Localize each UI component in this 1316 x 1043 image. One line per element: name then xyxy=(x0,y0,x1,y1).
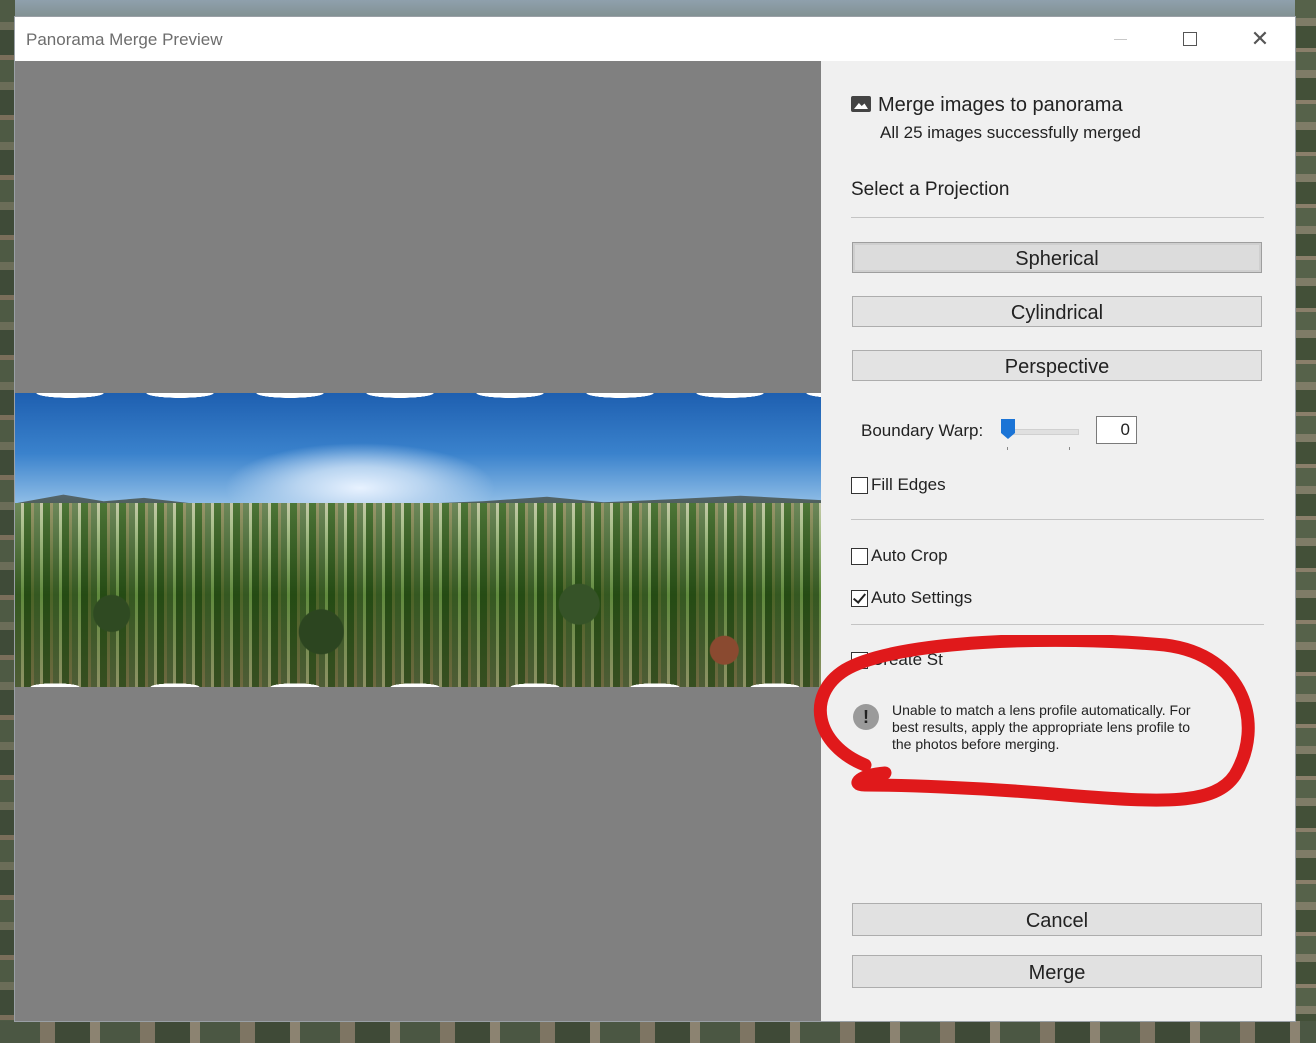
auto-crop-checkbox[interactable] xyxy=(851,547,868,565)
boundary-warp-slider[interactable] xyxy=(1001,417,1079,451)
panel-heading: Merge images to panorama xyxy=(878,94,1123,116)
create-stack-label: Create St xyxy=(871,650,943,669)
spherical-button[interactable]: Spherical xyxy=(852,242,1262,273)
minimize-button[interactable] xyxy=(1085,17,1155,61)
close-icon: ✕ xyxy=(1250,26,1270,51)
boundary-warp-input[interactable]: 0 xyxy=(1096,416,1137,444)
divider xyxy=(851,217,1264,218)
slider-thumb[interactable] xyxy=(1001,419,1015,439)
settings-panel: Merge images to panorama All 25 images s… xyxy=(821,61,1295,1021)
pano-top-edge xyxy=(15,393,821,401)
window-title: Panorama Merge Preview xyxy=(26,30,223,49)
perspective-button[interactable]: Perspective xyxy=(852,350,1262,381)
panorama-merge-dialog: Panorama Merge Preview ✕ Merge images to… xyxy=(15,17,1295,1021)
fill-edges-label: Fill Edges xyxy=(871,475,946,494)
auto-settings-checkbox[interactable] xyxy=(851,589,868,607)
panorama-icon xyxy=(851,96,871,112)
maximize-button[interactable] xyxy=(1155,17,1225,61)
pano-sky xyxy=(15,393,821,503)
warning-text: Unable to match a lens profile automatic… xyxy=(892,702,1191,752)
create-stack-option[interactable]: Create St xyxy=(851,650,943,670)
desktop-background-left xyxy=(0,0,15,1043)
divider xyxy=(851,624,1264,625)
pano-city xyxy=(15,503,821,687)
merge-button[interactable]: Merge xyxy=(852,955,1262,988)
panorama-preview-image xyxy=(15,393,821,687)
auto-settings-label: Auto Settings xyxy=(871,588,973,607)
maximize-icon xyxy=(1183,32,1197,46)
projection-label: Select a Projection xyxy=(851,179,1010,200)
auto-settings-option[interactable]: Auto Settings xyxy=(851,588,972,608)
title-bar: Panorama Merge Preview ✕ xyxy=(15,17,1295,61)
slider-tick xyxy=(1069,447,1070,450)
slider-tick xyxy=(1007,447,1008,450)
auto-crop-option[interactable]: Auto Crop xyxy=(851,546,948,566)
pano-bottom-edge xyxy=(15,679,821,687)
merge-status: All 25 images successfully merged xyxy=(880,123,1141,142)
fill-edges-option[interactable]: Fill Edges xyxy=(851,475,946,495)
divider xyxy=(851,519,1264,520)
preview-area xyxy=(15,61,821,1021)
cancel-button[interactable]: Cancel xyxy=(852,903,1262,936)
fill-edges-checkbox[interactable] xyxy=(851,476,868,494)
auto-crop-label: Auto Crop xyxy=(871,546,948,565)
cylindrical-button[interactable]: Cylindrical xyxy=(852,296,1262,327)
close-button[interactable]: ✕ xyxy=(1225,17,1295,61)
desktop-background-right xyxy=(1295,0,1316,1043)
boundary-warp-label: Boundary Warp: xyxy=(861,421,984,440)
desktop-background-bottom xyxy=(0,1021,1316,1043)
exclamation-icon: ! xyxy=(853,704,879,730)
slider-track xyxy=(1009,429,1079,435)
create-stack-checkbox[interactable] xyxy=(851,651,868,669)
minimize-icon xyxy=(1113,38,1127,40)
